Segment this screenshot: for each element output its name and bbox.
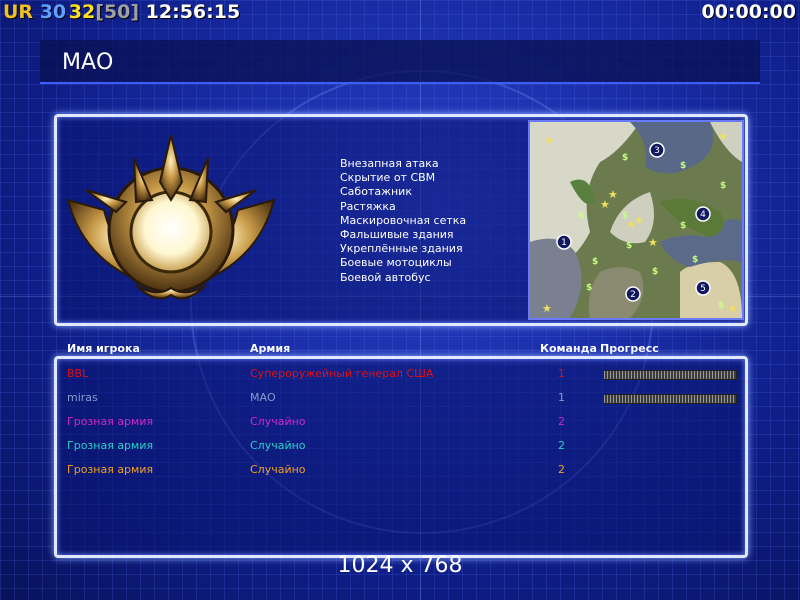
player-army: МАО <box>250 391 276 404</box>
player-name: Грозная армия <box>67 463 154 476</box>
player-name: Грозная армия <box>67 415 154 428</box>
column-header-player: Имя игрока <box>67 342 140 355</box>
player-team: 2 <box>558 439 565 452</box>
minimap-terrain: 1 2 3 4 5 $$$ $ $$ $$$ $$$ ★ ★★ ★★★ ★★ ★ <box>530 122 742 318</box>
table-row: miras МАО 1 <box>0 388 800 408</box>
feature-item: Фальшивые здания <box>340 228 454 242</box>
player-name: Грозная армия <box>67 439 154 452</box>
hud-bracket: [50] <box>95 1 140 23</box>
start-position-3: 3 <box>654 146 660 156</box>
svg-text:★: ★ <box>728 302 738 315</box>
table-row: BBL Супероружейный генерал США 1 <box>0 364 800 384</box>
title-bar: МАО <box>40 40 760 84</box>
svg-text:$: $ <box>622 153 628 163</box>
svg-text:★: ★ <box>600 198 610 211</box>
players-panel <box>54 356 748 558</box>
hud-num2: 32 <box>68 1 96 23</box>
player-army: Супероружейный генерал США <box>250 367 434 380</box>
svg-text:$: $ <box>680 221 686 231</box>
table-row: Грозная армия Случайно 2 <box>0 460 800 480</box>
faction-title: МАО <box>62 50 114 75</box>
svg-text:★: ★ <box>718 130 728 143</box>
table-row: Грозная армия Случайно 2 <box>0 412 800 432</box>
player-name: BBL <box>67 367 89 380</box>
column-header-army: Армия <box>250 342 291 355</box>
svg-text:$: $ <box>586 283 592 293</box>
hud-prefix: UR <box>3 1 34 23</box>
feature-item: Боевые мотоциклы <box>340 256 452 270</box>
table-row: Грозная армия Случайно 2 <box>0 436 800 456</box>
faction-features-list: Внезапная атака Скрытие от СВМ Саботажни… <box>340 157 466 285</box>
hud-stats: UR 30 32[50] 12:56:15 <box>3 1 240 23</box>
player-team: 2 <box>558 463 565 476</box>
start-position-4: 4 <box>700 210 706 220</box>
svg-text:★: ★ <box>544 134 554 147</box>
svg-text:$: $ <box>578 211 584 221</box>
column-header-team: Команда <box>540 342 597 355</box>
minimap[interactable]: 1 2 3 4 5 $ $ $ $ $ $ $ $ $ $ $ $ ★ ★ ★ ★ ★ ★ ★ ★ ★ <box>528 120 744 320</box>
player-team: 1 <box>558 367 565 380</box>
svg-text:★: ★ <box>542 302 552 315</box>
svg-text:$: $ <box>592 257 598 267</box>
hud-num1: 30 <box>39 1 67 23</box>
player-army: Случайно <box>250 463 306 476</box>
feature-item: Саботажник <box>340 185 412 199</box>
start-position-1: 1 <box>561 238 567 248</box>
feature-item: Скрытие от СВМ <box>340 171 436 185</box>
svg-text:★: ★ <box>634 214 644 227</box>
svg-text:$: $ <box>720 181 726 191</box>
player-team: 1 <box>558 391 565 404</box>
player-team: 2 <box>558 415 565 428</box>
hud-timer: 00:00:00 <box>701 1 796 23</box>
svg-text:★: ★ <box>648 236 658 249</box>
column-header-progress: Прогресс <box>600 342 659 355</box>
feature-item: Растяжка <box>340 199 396 213</box>
player-army: Случайно <box>250 439 306 452</box>
svg-text:$: $ <box>680 161 686 171</box>
hud-clock: 12:56:15 <box>145 1 241 23</box>
svg-text:$: $ <box>718 301 724 311</box>
resolution-label: 1024 x 768 <box>337 553 463 578</box>
player-progress-bar <box>603 370 737 380</box>
svg-text:$: $ <box>626 241 632 251</box>
svg-text:$: $ <box>652 267 658 277</box>
feature-item: Укреплённые здания <box>340 242 463 256</box>
svg-text:$: $ <box>692 255 698 265</box>
faction-emblem-icon <box>66 134 276 300</box>
player-army: Случайно <box>250 415 306 428</box>
player-progress-bar <box>603 394 737 404</box>
player-name: miras <box>67 391 98 404</box>
feature-item: Боевой автобус <box>340 270 431 284</box>
feature-item: Маскировочная сетка <box>340 213 467 227</box>
start-position-5: 5 <box>700 284 706 294</box>
feature-item: Внезапная атака <box>340 157 439 170</box>
start-position-2: 2 <box>630 290 636 300</box>
